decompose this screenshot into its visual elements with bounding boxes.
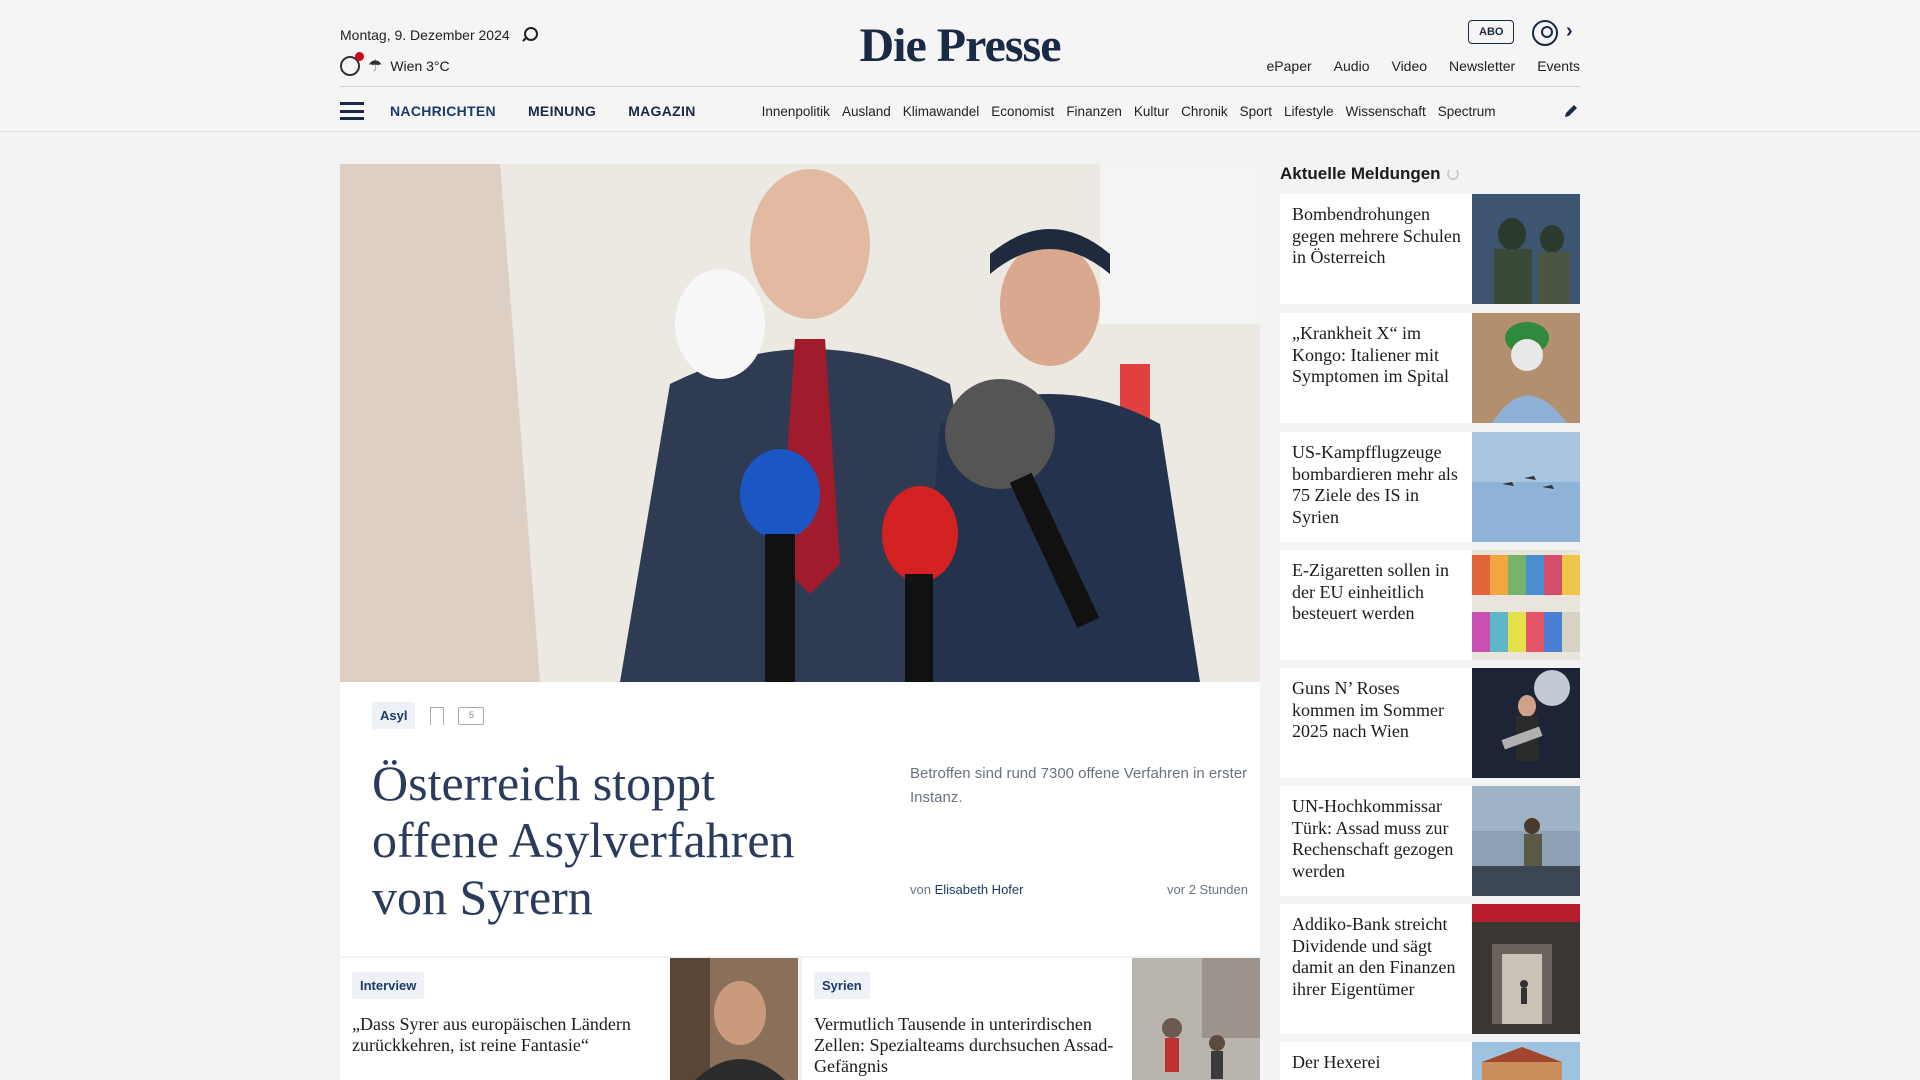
top-links: ePaper Audio Video Newsletter Events bbox=[1267, 58, 1580, 74]
article-card[interactable]: Syrien Vermutlich Tausende in unterirdis… bbox=[802, 958, 1260, 1080]
subnav-klimawandel[interactable]: Klimawandel bbox=[903, 104, 980, 119]
subnav-kultur[interactable]: Kultur bbox=[1134, 104, 1169, 119]
news-title[interactable]: UN-Hochkommissar Türk: Assad muss zur Re… bbox=[1292, 796, 1462, 882]
subnav-economist[interactable]: Economist bbox=[991, 104, 1054, 119]
subnav-sport[interactable]: Sport bbox=[1240, 104, 1272, 119]
link-video[interactable]: Video bbox=[1391, 58, 1427, 74]
bank-branch-image bbox=[1472, 904, 1580, 1034]
fighter-jets-image bbox=[1472, 432, 1580, 542]
bookmark-icon[interactable] bbox=[429, 706, 444, 725]
category-tag[interactable]: Syrien bbox=[814, 972, 870, 999]
abo-button[interactable]: ABO bbox=[1468, 20, 1515, 44]
news-title[interactable]: E-Zigaretten sollen in der EU einheitlic… bbox=[1292, 560, 1462, 625]
link-epaper[interactable]: ePaper bbox=[1267, 58, 1312, 74]
comment-icon[interactable]: 5 bbox=[458, 706, 485, 725]
rally-image bbox=[1472, 786, 1580, 896]
hero-headline[interactable]: Österreich stoppt offene Asylverfahren v… bbox=[372, 755, 852, 926]
subnav-lifestyle[interactable]: Lifestyle bbox=[1284, 104, 1334, 119]
hero-article[interactable]: Asyl 5 Österreich stoppt offene Asylverf… bbox=[340, 164, 1260, 956]
press-conference-photo bbox=[340, 164, 1260, 682]
village-image bbox=[1472, 1042, 1580, 1080]
e-cigarettes-image bbox=[1472, 550, 1580, 660]
news-title[interactable]: Der Hexerei bbox=[1292, 1052, 1462, 1074]
news-item[interactable]: Der Hexerei bbox=[1280, 1042, 1580, 1080]
concert-image bbox=[1472, 668, 1580, 778]
news-item[interactable]: E-Zigaretten sollen in der EU einheitlic… bbox=[1280, 550, 1580, 660]
police-image bbox=[1472, 194, 1580, 304]
author-link[interactable]: Elisabeth Hofer bbox=[935, 882, 1024, 897]
main-navigation: NACHRICHTEN MEINUNG MAGAZIN Innenpolitik… bbox=[340, 96, 1580, 126]
byline: von Elisabeth Hofer bbox=[910, 882, 1024, 897]
site-logo[interactable]: Die Presse bbox=[0, 18, 1920, 73]
subnav-wissenschaft[interactable]: Wissenschaft bbox=[1345, 104, 1425, 119]
link-audio[interactable]: Audio bbox=[1334, 58, 1370, 74]
hero-body: Asyl 5 Österreich stoppt offene Asylverf… bbox=[372, 702, 1248, 926]
card-title[interactable]: „Dass Syrer aus europäischen Ländern zur… bbox=[352, 1014, 662, 1056]
news-item[interactable]: Guns N’ Roses kommen im Sommer 2025 nach… bbox=[1280, 668, 1580, 778]
card-title[interactable]: Vermutlich Tausende in unterirdischen Ze… bbox=[814, 1014, 1124, 1077]
subnav-finanzen[interactable]: Finanzen bbox=[1066, 104, 1122, 119]
nav-magazin[interactable]: MAGAZIN bbox=[628, 103, 695, 119]
news-item[interactable]: Addiko-Bank streicht Dividende und sägt … bbox=[1280, 904, 1580, 1034]
prison-search-image bbox=[1132, 958, 1260, 1080]
interview-portrait-image bbox=[670, 958, 798, 1080]
news-title[interactable]: „Krankheit X“ im Kongo: Italiener mit Sy… bbox=[1292, 323, 1462, 388]
link-newsletter[interactable]: Newsletter bbox=[1449, 58, 1515, 74]
loading-icon bbox=[1446, 168, 1459, 180]
medical-worker-image bbox=[1472, 313, 1580, 423]
news-item[interactable]: „Krankheit X“ im Kongo: Italiener mit Sy… bbox=[1280, 313, 1580, 423]
timestamp: vor 2 Stunden bbox=[1167, 882, 1248, 897]
latest-news-heading: Aktuelle Meldungen bbox=[1280, 164, 1580, 184]
main-nav-items: NACHRICHTEN MEINUNG MAGAZIN bbox=[390, 103, 696, 119]
hero-lead: Betroffen sind rund 7300 offene Verfahre… bbox=[910, 765, 1248, 806]
news-item[interactable]: Bombendrohungen gegen mehrere Schulen in… bbox=[1280, 194, 1580, 304]
news-item[interactable]: UN-Hochkommissar Türk: Assad muss zur Re… bbox=[1280, 786, 1580, 896]
news-title[interactable]: Guns N’ Roses kommen im Sommer 2025 nach… bbox=[1292, 678, 1462, 743]
subnav-chronik[interactable]: Chronik bbox=[1181, 104, 1228, 119]
news-item[interactable]: US-Kampfflugzeuge bombardieren mehr als … bbox=[1280, 432, 1580, 542]
subnav-ausland[interactable]: Ausland bbox=[842, 104, 891, 119]
latest-news-sidebar: Aktuelle Meldungen bbox=[1280, 164, 1580, 184]
chevron-right-icon[interactable]: › bbox=[1566, 20, 1573, 43]
category-tag[interactable]: Interview bbox=[352, 972, 425, 999]
hero-image[interactable] bbox=[340, 164, 1260, 682]
sub-navigation: Innenpolitik Ausland Klimawandel Economi… bbox=[762, 104, 1522, 119]
link-events[interactable]: Events bbox=[1537, 58, 1580, 74]
user-account-icon[interactable] bbox=[1532, 20, 1558, 46]
subnav-innenpolitik[interactable]: Innenpolitik bbox=[762, 104, 830, 119]
news-title[interactable]: Addiko-Bank streicht Dividende und sägt … bbox=[1292, 914, 1462, 1000]
news-title[interactable]: US-Kampfflugzeuge bombardieren mehr als … bbox=[1292, 442, 1462, 528]
nav-meinung[interactable]: MEINUNG bbox=[528, 103, 596, 119]
category-tag[interactable]: Asyl bbox=[372, 702, 416, 729]
news-title[interactable]: Bombendrohungen gegen mehrere Schulen in… bbox=[1292, 204, 1462, 269]
nav-nachrichten[interactable]: NACHRICHTEN bbox=[390, 103, 496, 119]
article-card[interactable]: Interview „Dass Syrer aus europäischen L… bbox=[340, 958, 798, 1080]
pencil-icon[interactable] bbox=[1562, 102, 1580, 120]
nav-divider bbox=[340, 86, 1580, 87]
hamburger-menu-icon[interactable] bbox=[340, 102, 364, 120]
subnav-spectrum[interactable]: Spectrum bbox=[1438, 104, 1496, 119]
